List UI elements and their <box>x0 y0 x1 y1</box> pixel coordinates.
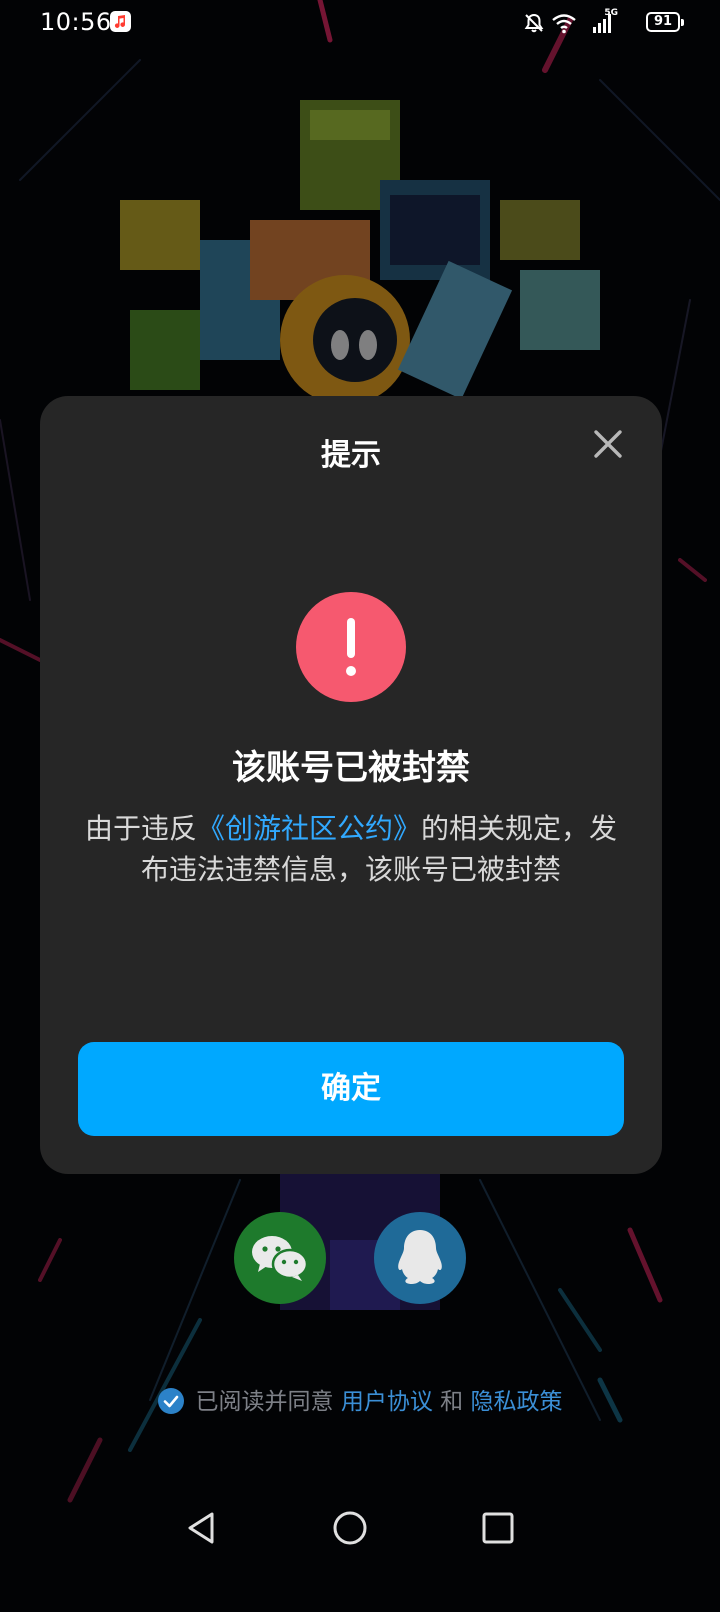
checkmark-icon <box>163 1395 178 1408</box>
home-circle-icon <box>333 1511 367 1545</box>
recents-square-icon <box>482 1512 514 1544</box>
status-time: 10:56 <box>40 8 112 36</box>
community-convention-link[interactable]: 《创游社区公约》 <box>197 812 421 845</box>
close-button[interactable] <box>590 426 626 462</box>
agree-checkbox[interactable] <box>157 1388 184 1414</box>
privacy-policy-link[interactable]: 隐私政策 <box>470 1389 562 1415</box>
qq-penguin-icon <box>398 1230 442 1284</box>
ban-message-prefix: 由于违反 <box>84 812 197 845</box>
dialog-title: 提示 <box>321 438 381 473</box>
qq-login-button[interactable] <box>374 1212 466 1304</box>
alert-badge <box>296 592 406 702</box>
screen: 10:56 5G 91 提示 该账号已被封禁 由于违反《创游社区公约》的相关规定… <box>0 0 720 1612</box>
nav-back-button[interactable] <box>182 1508 222 1548</box>
wechat-icon <box>252 1236 309 1281</box>
close-icon <box>594 430 622 458</box>
ban-notice-dialog: 提示 该账号已被封禁 由于违反《创游社区公约》的相关规定，发布违法违禁信息，该账… <box>40 396 662 1174</box>
confirm-button[interactable]: 确定 <box>78 1042 624 1136</box>
navigation-bar <box>0 1490 720 1570</box>
wifi-icon <box>552 14 576 34</box>
signal-icon <box>593 14 611 33</box>
exclamation-icon <box>346 618 356 676</box>
agreement-and: 和 <box>440 1389 464 1415</box>
music-app-icon <box>110 11 131 32</box>
back-triangle-icon <box>188 1512 214 1544</box>
status-bar: 10:56 5G 91 <box>0 0 720 48</box>
mute-bell-icon <box>524 13 544 33</box>
wechat-login-button[interactable] <box>234 1212 326 1304</box>
nav-recents-button[interactable] <box>478 1508 518 1548</box>
ban-heading: 该账号已被封禁 <box>232 748 470 788</box>
agreement-prefix: 已阅读并同意 <box>195 1389 334 1415</box>
ban-message: 由于违反《创游社区公约》的相关规定，发布违法违禁信息，该账号已被封禁 <box>84 808 618 890</box>
nav-home-button[interactable] <box>330 1508 370 1548</box>
user-agreement-link[interactable]: 用户协议 <box>341 1389 433 1415</box>
battery-indicator: 91 <box>646 12 684 32</box>
agreement-row: 已阅读并同意 用户协议 和 隐私政策 <box>0 1382 720 1416</box>
